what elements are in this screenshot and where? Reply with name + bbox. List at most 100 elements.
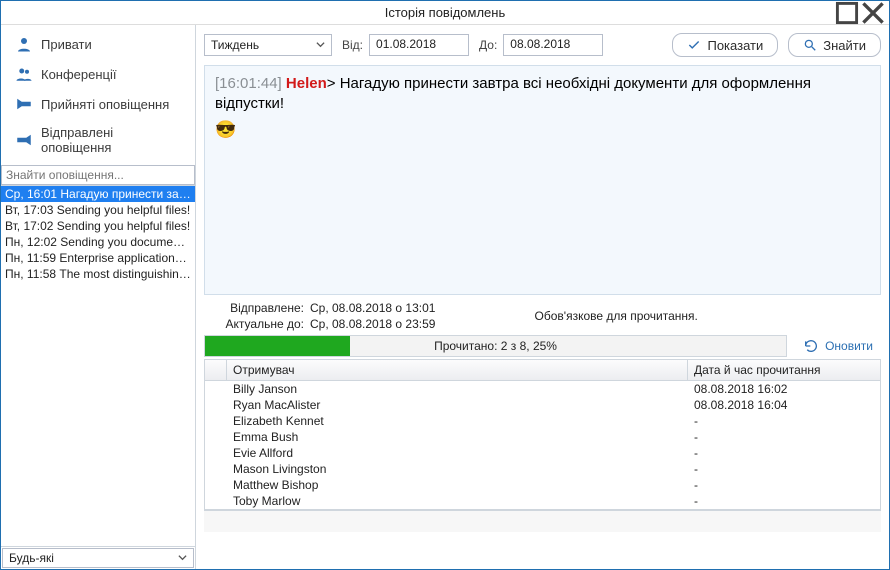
window-title: Історія повідомлень — [385, 5, 506, 20]
td-read-time: - — [688, 493, 880, 509]
announce-in-icon — [15, 95, 33, 113]
list-item[interactable]: Пн, 12:02 Sending you documents th... — [1, 234, 195, 250]
table-row[interactable]: Billy Janson08.08.2018 16:02 — [205, 381, 880, 397]
progress-label: Прочитано: 2 з 8, 25% — [205, 336, 786, 356]
list-item[interactable]: Вт, 17:03 Sending you helpful files! — [1, 202, 195, 218]
close-icon — [861, 1, 885, 25]
table-row[interactable]: Elizabeth Kennet- — [205, 413, 880, 429]
list-item[interactable]: Вт, 17:02 Sending you helpful files! — [1, 218, 195, 234]
sidebar-cat-privates[interactable]: Привати — [1, 29, 195, 59]
th-status[interactable] — [205, 360, 227, 380]
user-icon — [15, 35, 33, 53]
sidebar: Привати Конференції Прийняті оповіщення … — [1, 25, 196, 569]
message-sender: Helen — [286, 75, 327, 92]
refresh-button[interactable]: Оновити — [795, 336, 881, 356]
td-read-time: 08.08.2018 16:02 — [688, 381, 880, 397]
sent-at-label: Відправлене: — [208, 301, 304, 315]
td-status — [205, 493, 227, 509]
table-row[interactable]: Mason Livingston- — [205, 461, 880, 477]
mandatory-read-text: Обов'язкове для прочитання. — [435, 309, 797, 323]
refresh-icon — [803, 338, 819, 354]
button-label: Оновити — [825, 339, 873, 353]
maximize-button[interactable] — [835, 4, 859, 22]
announcements-list[interactable]: Ср, 16:01 Нагадую принести завтра... Вт,… — [1, 185, 195, 546]
td-read-time: - — [688, 461, 880, 477]
period-select[interactable]: Тиждень — [204, 34, 332, 56]
td-status — [205, 445, 227, 461]
table-row[interactable]: Toby Marlow- — [205, 493, 880, 509]
td-recipient: Billy Janson — [227, 381, 688, 397]
sidebar-cat-received-announcements[interactable]: Прийняті оповіщення — [1, 89, 195, 119]
to-label: До: — [479, 38, 497, 52]
date-to-input[interactable]: 08.08.2018 — [503, 34, 603, 56]
find-button[interactable]: Знайти — [788, 33, 881, 57]
td-recipient: Toby Marlow — [227, 493, 688, 509]
td-read-time: - — [688, 429, 880, 445]
status-bar — [204, 510, 881, 532]
td-status — [205, 381, 227, 397]
cool-emoji-icon: 😎 — [215, 119, 870, 142]
chevron-down-icon — [316, 38, 325, 52]
td-read-time: - — [688, 445, 880, 461]
table-header: Отримувач Дата й час прочитання — [205, 360, 880, 381]
message-arrow: > — [327, 75, 336, 92]
td-status — [205, 429, 227, 445]
titlebar: Історія повідомлень — [1, 1, 889, 25]
message-meta: Відправлене: Ср, 08.08.2018 о 13:01 Акту… — [204, 295, 881, 335]
sidebar-cat-label: Прийняті оповіщення — [41, 97, 181, 112]
button-label: Знайти — [823, 38, 866, 53]
close-button[interactable] — [861, 4, 885, 22]
read-progress-row: Прочитано: 2 з 8, 25% Оновити — [204, 335, 881, 357]
main-area: Тиждень Від: 01.08.2018 До: 08.08.2018 П… — [196, 25, 889, 569]
sidebar-filter-select-row: Будь-які — [1, 546, 195, 569]
search-icon — [803, 38, 817, 52]
table-row[interactable]: Ryan MacAlister08.08.2018 16:04 — [205, 397, 880, 413]
sidebar-cat-conferences[interactable]: Конференції — [1, 59, 195, 89]
valid-until-value: Ср, 08.08.2018 о 23:59 — [310, 317, 435, 331]
list-item[interactable]: Пн, 11:58 The most distinguishing and... — [1, 266, 195, 282]
message-timestamp: [16:01:44] — [215, 75, 282, 92]
filter-bar: Тиждень Від: 01.08.2018 До: 08.08.2018 П… — [204, 31, 881, 65]
maximize-icon — [835, 1, 859, 25]
td-recipient: Ryan MacAlister — [227, 397, 688, 413]
group-icon — [15, 65, 33, 83]
td-recipient: Matthew Bishop — [227, 477, 688, 493]
sidebar-cat-label: Відправлені оповіщення — [41, 125, 181, 155]
from-label: Від: — [342, 38, 363, 52]
td-recipient: Elizabeth Kennet — [227, 413, 688, 429]
search-input[interactable] — [2, 166, 194, 184]
table-row[interactable]: Matthew Bishop- — [205, 477, 880, 493]
app-window: Історія повідомлень Привати Конференції — [0, 0, 890, 570]
select-value: Будь-які — [9, 551, 54, 565]
th-recipient[interactable]: Отримувач — [227, 360, 688, 380]
sidebar-categories: Привати Конференції Прийняті оповіщення … — [1, 25, 195, 165]
th-read-time[interactable]: Дата й час прочитання — [688, 360, 880, 380]
read-progress-bar: Прочитано: 2 з 8, 25% — [204, 335, 787, 357]
list-item[interactable]: Пн, 11:59 Enterprise applications are ..… — [1, 250, 195, 266]
td-read-time: - — [688, 477, 880, 493]
show-button[interactable]: Показати — [672, 33, 778, 57]
td-recipient: Evie Allford — [227, 445, 688, 461]
list-item[interactable]: Ср, 16:01 Нагадую принести завтра... — [1, 186, 195, 202]
table-body: Billy Janson08.08.2018 16:02Ryan MacAlis… — [205, 381, 880, 509]
td-read-time: 08.08.2018 16:04 — [688, 397, 880, 413]
sidebar-cat-label: Привати — [41, 37, 181, 52]
recipients-table: Отримувач Дата й час прочитання Billy Ja… — [204, 359, 881, 510]
valid-until-label: Актуальне до: — [208, 317, 304, 331]
date-from-input[interactable]: 01.08.2018 — [369, 34, 469, 56]
chevron-down-icon — [178, 551, 187, 565]
table-row[interactable]: Emma Bush- — [205, 429, 880, 445]
sidebar-cat-sent-announcements[interactable]: Відправлені оповіщення — [1, 119, 195, 161]
button-label: Показати — [707, 38, 763, 53]
table-row[interactable]: Evie Allford- — [205, 445, 880, 461]
check-icon — [687, 38, 701, 52]
td-read-time: - — [688, 413, 880, 429]
sent-at-value: Ср, 08.08.2018 о 13:01 — [310, 301, 435, 315]
td-status — [205, 397, 227, 413]
message-view: [16:01:44] Helen> Нагадую принести завтр… — [204, 65, 881, 295]
select-value: Тиждень — [211, 38, 259, 52]
td-recipient: Mason Livingston — [227, 461, 688, 477]
announce-out-icon — [15, 131, 33, 149]
sidebar-filter-select[interactable]: Будь-які — [2, 548, 194, 568]
search-announcements-row — [1, 165, 195, 185]
